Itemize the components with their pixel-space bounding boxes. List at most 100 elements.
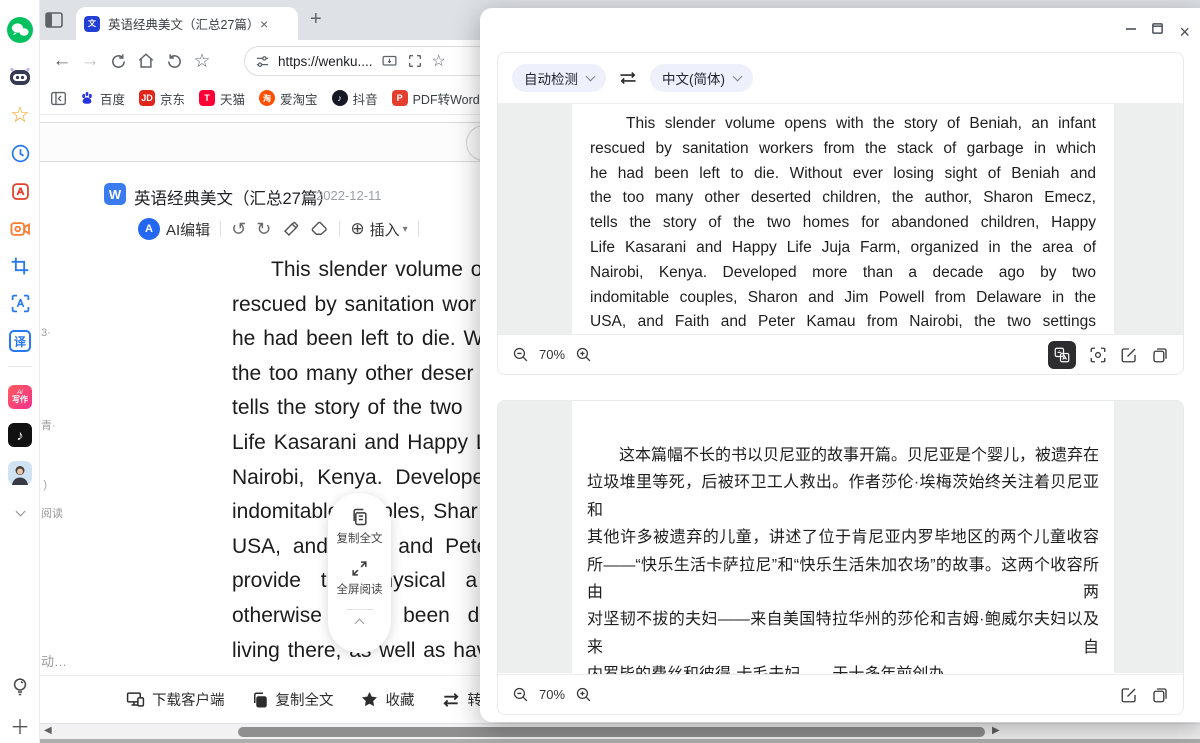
ai-assistant-robot-icon[interactable] bbox=[0, 62, 40, 92]
zoom-in-icon[interactable] bbox=[575, 686, 592, 703]
favorites-star-icon[interactable]: ☆ bbox=[0, 100, 40, 130]
edit-pen-icon[interactable] bbox=[1120, 686, 1138, 704]
bookmark-douyin[interactable]: ♪ 抖音 bbox=[332, 89, 378, 108]
source-viewport: This slender volume opens with the story… bbox=[498, 104, 1183, 336]
tab-favicon: 文 bbox=[84, 16, 100, 32]
home-icon[interactable] bbox=[132, 47, 160, 75]
collapse-sidebar-icon[interactable] bbox=[50, 90, 67, 107]
zoom-out-icon[interactable] bbox=[512, 346, 529, 363]
text-fragment: 青· bbox=[41, 417, 56, 433]
zoom-level: 70% bbox=[539, 687, 565, 702]
taobao-icon: 淘 bbox=[259, 90, 275, 106]
eraser-icon[interactable] bbox=[310, 220, 329, 239]
copy-fulltext-button[interactable]: 复制全文 bbox=[251, 689, 334, 710]
screen: 文 英语经典美文（汇总27篇）- 百 × + ← → ☆ https://wen… bbox=[0, 0, 1200, 743]
new-tab-button[interactable]: + bbox=[310, 8, 322, 31]
source-language-select[interactable]: 自动检测 bbox=[512, 64, 606, 92]
horizontal-scrollbar[interactable]: ◀ ▶ bbox=[40, 724, 1200, 739]
target-doc-page: 这本篇幅不长的书以贝尼亚的故事开篇。贝尼亚是个婴儿，被遗弃在 垃圾堆里等死，后被… bbox=[572, 401, 1114, 673]
target-zoom-bar: 70% bbox=[498, 674, 1183, 714]
copy-all-label[interactable]: 复制全文 bbox=[337, 530, 383, 546]
bookmark-tmall[interactable]: T 天猫 bbox=[199, 89, 245, 108]
tab-panel-toggle-icon[interactable] bbox=[44, 10, 64, 30]
zoom-in-icon[interactable] bbox=[575, 346, 592, 363]
redo-icon[interactable]: ↻ bbox=[256, 219, 271, 240]
target-panel: 这本篇幅不长的书以贝尼亚的故事开篇。贝尼亚是个婴儿，被遗弃在 垃圾堆里等死，后被… bbox=[497, 400, 1184, 715]
swap-languages-icon[interactable] bbox=[618, 70, 638, 86]
maximize-button[interactable] bbox=[1151, 22, 1164, 35]
divider bbox=[339, 221, 340, 237]
chevron-up-icon[interactable] bbox=[355, 619, 365, 629]
insert-button[interactable]: ⊕ 插入 ▾ bbox=[350, 219, 407, 240]
target-language-select[interactable]: 中文(简体) bbox=[650, 64, 753, 92]
floating-quick-menu: 复制全文 全屏阅读 bbox=[328, 493, 391, 653]
download-client-button[interactable]: 下载客户端 bbox=[126, 689, 225, 710]
edit-pen-icon[interactable] bbox=[1120, 346, 1138, 364]
divider bbox=[346, 609, 374, 610]
swap-arrows-icon bbox=[441, 692, 461, 708]
divider bbox=[8, 366, 32, 367]
send-to-device-icon[interactable] bbox=[381, 53, 398, 70]
copy-result-icon[interactable] bbox=[1151, 686, 1169, 704]
word-doc-icon: W bbox=[104, 183, 126, 205]
doc-date: 2022-12-11 bbox=[316, 188, 382, 203]
plus-circle-icon: ⊕ bbox=[350, 219, 364, 239]
browser-tab[interactable]: 文 英语经典美文（汇总27篇）- 百 × bbox=[76, 7, 298, 40]
tmall-icon: T bbox=[199, 90, 215, 106]
format-brush-icon[interactable] bbox=[281, 220, 300, 239]
page-bottom-bar: 下载客户端 复制全文 收藏 转PD bbox=[40, 675, 480, 723]
wechat-icon[interactable] bbox=[0, 15, 40, 45]
forward-icon[interactable]: → bbox=[76, 47, 104, 75]
user-avatar[interactable] bbox=[0, 458, 40, 488]
bookmark-pdf2word[interactable]: P PDF转Word bbox=[392, 89, 480, 108]
chevron-down-icon bbox=[586, 72, 596, 82]
site-settings-icon[interactable] bbox=[255, 54, 270, 69]
translate-tool-icon[interactable]: 译 bbox=[0, 326, 40, 356]
history-clock-icon[interactable] bbox=[0, 138, 40, 168]
qr-scan-icon[interactable] bbox=[407, 53, 423, 69]
minimize-button[interactable] bbox=[1124, 22, 1138, 36]
crop-screenshot-icon[interactable] bbox=[0, 251, 40, 281]
bookmark-aitaobao[interactable]: 淘 爱淘宝 bbox=[259, 89, 318, 108]
history-undo-icon[interactable] bbox=[160, 47, 188, 75]
scroll-right-arrow-icon[interactable]: ▶ bbox=[992, 725, 1000, 736]
fullscreen-label[interactable]: 全屏阅读 bbox=[337, 581, 383, 597]
tab-close-icon[interactable]: × bbox=[260, 16, 268, 32]
source-doc-page: This slender volume opens with the story… bbox=[572, 104, 1114, 336]
window-bottom-edge bbox=[0, 739, 1200, 743]
ocr-text-icon[interactable] bbox=[0, 288, 40, 318]
text-fragment: ） bbox=[43, 477, 54, 493]
lightbulb-icon[interactable] bbox=[0, 672, 40, 702]
add-plus-icon[interactable]: ＋ bbox=[0, 710, 40, 740]
divider bbox=[220, 221, 221, 237]
copy-result-icon[interactable] bbox=[1151, 346, 1169, 364]
undo-icon[interactable]: ↺ bbox=[231, 219, 246, 240]
close-button[interactable]: × bbox=[1179, 22, 1190, 43]
language-bar: 自动检测 中文(简体) bbox=[498, 53, 1183, 104]
translate-document-button-active[interactable] bbox=[1048, 341, 1076, 369]
bookmark-baidu[interactable]: 百度 bbox=[79, 89, 125, 108]
bookmark-star-icon[interactable]: ☆ bbox=[432, 51, 446, 71]
source-zoom-bar: 70% bbox=[498, 334, 1183, 374]
refresh-icon[interactable] bbox=[104, 47, 132, 75]
ai-edit-button[interactable]: A AI编辑 bbox=[138, 218, 210, 240]
back-icon[interactable]: ← bbox=[48, 47, 76, 75]
douyin-app-icon[interactable]: ♪ bbox=[0, 420, 40, 450]
copy-doc-icon[interactable] bbox=[350, 507, 370, 527]
scrollbar-thumb[interactable] bbox=[238, 727, 985, 737]
ai-writing-icon[interactable]: AI 写作 bbox=[0, 382, 40, 412]
text-fragment: 阅读 bbox=[41, 505, 63, 521]
target-viewport: 这本篇幅不长的书以贝尼亚的故事开篇。贝尼亚是个婴儿，被遗弃在 垃圾堆里等死，后被… bbox=[498, 401, 1183, 673]
favorite-star-icon[interactable]: ☆ bbox=[188, 47, 216, 75]
ocr-capture-icon[interactable] bbox=[1089, 346, 1107, 364]
favorite-button[interactable]: 收藏 bbox=[360, 689, 415, 710]
sidebar-collapse-chevron-icon[interactable] bbox=[0, 496, 40, 526]
pdf-tool-icon[interactable] bbox=[0, 176, 40, 206]
fullscreen-icon[interactable] bbox=[350, 559, 369, 578]
bookmark-jd[interactable]: JD 京东 bbox=[139, 89, 185, 108]
divider bbox=[418, 221, 419, 237]
zoom-out-icon[interactable] bbox=[512, 686, 529, 703]
scroll-left-arrow-icon[interactable]: ◀ bbox=[44, 725, 52, 736]
screen-record-icon[interactable] bbox=[0, 214, 40, 244]
url-text[interactable]: https://wenku.... bbox=[278, 54, 373, 69]
